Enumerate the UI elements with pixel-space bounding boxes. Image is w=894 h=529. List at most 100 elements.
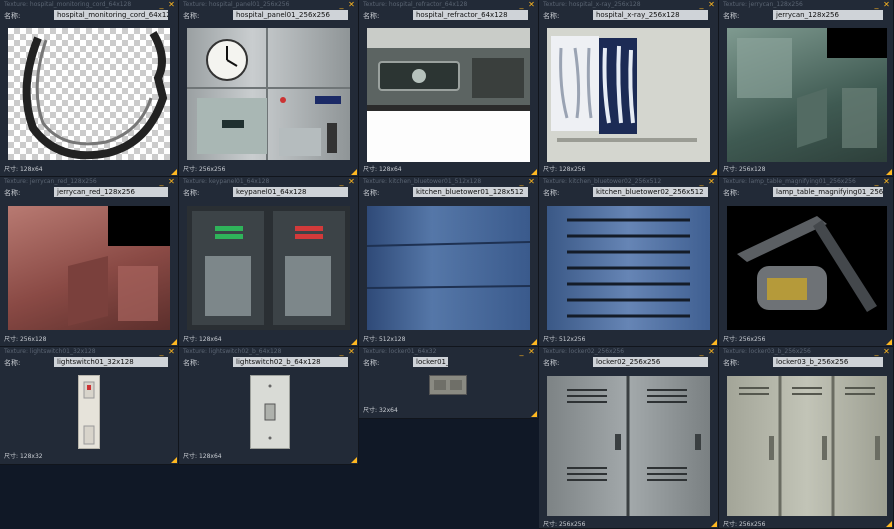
resize-handle[interactable] bbox=[711, 169, 717, 175]
resize-handle[interactable] bbox=[171, 457, 177, 463]
texture-name-field[interactable]: hospital_x-ray_256x128 bbox=[593, 10, 708, 20]
resize-handle[interactable] bbox=[351, 457, 357, 463]
texture-tile[interactable]: Texture: hospital_monitoring_cord_64x128… bbox=[0, 0, 179, 177]
texture-name-field[interactable]: locker02_256x256 bbox=[593, 357, 708, 367]
texture-tile[interactable]: Texture: jerrycan_red_128x256 _ ✕ 名称: je… bbox=[0, 177, 179, 347]
texture-preview[interactable] bbox=[429, 375, 467, 395]
texture-preview[interactable] bbox=[547, 376, 710, 516]
minimize-button[interactable]: _ bbox=[697, 177, 706, 186]
minimize-button[interactable]: _ bbox=[517, 0, 526, 9]
texture-name-field[interactable]: hospital_monitoring_cord_64x128 bbox=[54, 10, 168, 20]
resize-handle[interactable] bbox=[531, 339, 537, 345]
minimize-button[interactable]: _ bbox=[872, 177, 881, 186]
close-button[interactable]: ✕ bbox=[882, 0, 891, 9]
minimize-button[interactable]: _ bbox=[872, 347, 881, 356]
texture-preview[interactable] bbox=[547, 206, 710, 330]
texture-preview[interactable] bbox=[727, 28, 887, 162]
resize-handle[interactable] bbox=[886, 521, 892, 527]
texture-preview[interactable] bbox=[187, 206, 350, 330]
close-button[interactable]: ✕ bbox=[167, 347, 176, 356]
texture-preview[interactable] bbox=[250, 375, 290, 449]
resize-handle[interactable] bbox=[886, 169, 892, 175]
close-button[interactable]: ✕ bbox=[167, 0, 176, 9]
texture-tile[interactable]: Texture: locker03_b_256x256 _ ✕ 名称: lock… bbox=[719, 347, 894, 529]
texture-tile[interactable]: Texture: hospital_x-ray_256x128 _ ✕ 名称: … bbox=[539, 0, 719, 177]
close-button[interactable]: ✕ bbox=[347, 0, 356, 9]
resize-handle[interactable] bbox=[531, 411, 537, 417]
texture-tile[interactable]: Texture: lamp_table_magnifying01_256x256… bbox=[719, 177, 894, 347]
resize-handle[interactable] bbox=[886, 339, 892, 345]
texture-tile[interactable]: Texture: lightswitch02_b_64x128 _ ✕ 名称: … bbox=[179, 347, 359, 465]
texture-tile[interactable]: Texture: locker02_256x256 _ ✕ 名称: locker… bbox=[539, 347, 719, 529]
close-button[interactable]: ✕ bbox=[882, 347, 891, 356]
texture-tile[interactable]: Texture: jerrycan_128x256 _ ✕ 名称: jerryc… bbox=[719, 0, 894, 177]
close-button[interactable]: ✕ bbox=[527, 177, 536, 186]
texture-name-field[interactable]: keypanel01_64x128 bbox=[233, 187, 348, 197]
resize-handle[interactable] bbox=[351, 339, 357, 345]
texture-name-field[interactable]: kitchen_bluetower02_256x512 bbox=[593, 187, 708, 197]
empty-area bbox=[359, 419, 539, 465]
tile-header: Texture: hospital_panel01_256x256 bbox=[183, 1, 290, 8]
resize-handle[interactable] bbox=[711, 339, 717, 345]
texture-preview[interactable] bbox=[8, 206, 170, 330]
close-button[interactable]: ✕ bbox=[882, 177, 891, 186]
texture-tile[interactable]: Texture: hospital_refractor_64x128 _ ✕ 名… bbox=[359, 0, 539, 177]
texture-name-field[interactable]: lightswitch01_32x128 bbox=[54, 357, 168, 367]
size-label: 尺寸: 128x64 bbox=[363, 166, 402, 173]
resize-handle[interactable] bbox=[351, 169, 357, 175]
texture-preview[interactable] bbox=[8, 28, 170, 160]
close-button[interactable]: ✕ bbox=[707, 0, 716, 9]
tile-header: Texture: jerrycan_red_128x256 bbox=[4, 178, 97, 185]
texture-name-field[interactable]: hospital_refractor_64x128 bbox=[413, 10, 528, 20]
texture-name-field[interactable]: jerrycan_128x256 bbox=[773, 10, 883, 20]
close-button[interactable]: ✕ bbox=[527, 347, 536, 356]
resize-handle[interactable] bbox=[531, 169, 537, 175]
minimize-button[interactable]: _ bbox=[337, 347, 346, 356]
texture-preview[interactable] bbox=[78, 375, 100, 449]
texture-preview[interactable] bbox=[367, 206, 530, 330]
minimize-button[interactable]: _ bbox=[517, 347, 526, 356]
minimize-button[interactable]: _ bbox=[157, 0, 166, 9]
tile-header: Texture: hospital_x-ray_256x128 bbox=[543, 1, 641, 8]
texture-tile[interactable]: Texture: hospital_panel01_256x256 _ ✕ 名称… bbox=[179, 0, 359, 177]
minimize-button[interactable]: _ bbox=[337, 0, 346, 9]
locker3-image bbox=[739, 376, 880, 516]
texture-name-field[interactable]: lightswitch02_b_64x128 bbox=[233, 357, 348, 367]
close-button[interactable]: ✕ bbox=[707, 347, 716, 356]
minimize-button[interactable]: _ bbox=[337, 177, 346, 186]
texture-tile[interactable]: Texture: kitchen_bluetower01_512x128 _ ✕… bbox=[359, 177, 539, 347]
close-button[interactable]: ✕ bbox=[527, 0, 536, 9]
minimize-button[interactable]: _ bbox=[697, 347, 706, 356]
empty-area bbox=[0, 465, 539, 529]
resize-handle[interactable] bbox=[171, 169, 177, 175]
close-button[interactable]: ✕ bbox=[167, 177, 176, 186]
texture-tile[interactable]: Texture: lightswitch01_32x128 _ ✕ 名称: li… bbox=[0, 347, 179, 465]
texture-preview[interactable] bbox=[547, 28, 710, 162]
texture-name-field[interactable]: lamp_table_magnifying01_256x256 bbox=[773, 187, 883, 197]
close-button[interactable]: ✕ bbox=[707, 177, 716, 186]
minimize-button[interactable]: _ bbox=[157, 177, 166, 186]
minimize-button[interactable]: _ bbox=[872, 0, 881, 9]
texture-name-field[interactable]: locker03_b_256x256 bbox=[773, 357, 883, 367]
texture-tile[interactable]: Texture: keypanel01_64x128 _ ✕ 名称: keypa… bbox=[179, 177, 359, 347]
texture-preview[interactable] bbox=[367, 28, 530, 162]
texture-name-field[interactable]: hospital_panel01_256x256 bbox=[233, 10, 348, 20]
close-button[interactable]: ✕ bbox=[347, 177, 356, 186]
resize-handle[interactable] bbox=[171, 339, 177, 345]
size-label: 尺寸: 128x64 bbox=[183, 336, 222, 343]
texture-preview[interactable] bbox=[187, 28, 350, 160]
size-label: 尺寸: 32x64 bbox=[363, 407, 398, 414]
resize-handle[interactable] bbox=[711, 521, 717, 527]
texture-name-field[interactable]: locker01_64x32 bbox=[413, 357, 448, 367]
texture-name-field[interactable]: kitchen_bluetower01_128x512 bbox=[413, 187, 528, 197]
tile-header: Texture: locker02_256x256 bbox=[543, 348, 625, 355]
minimize-button[interactable]: _ bbox=[157, 347, 166, 356]
texture-preview[interactable] bbox=[727, 376, 887, 516]
texture-preview[interactable] bbox=[727, 206, 887, 330]
minimize-button[interactable]: _ bbox=[697, 0, 706, 9]
texture-tile[interactable]: Texture: kitchen_bluetower02_256x512 _ ✕… bbox=[539, 177, 719, 347]
close-button[interactable]: ✕ bbox=[347, 347, 356, 356]
texture-tile[interactable]: Texture: locker01_64x32 _ ✕ 名称: locker01… bbox=[359, 347, 539, 419]
texture-name-field[interactable]: jerrycan_red_128x256 bbox=[54, 187, 168, 197]
minimize-button[interactable]: _ bbox=[517, 177, 526, 186]
